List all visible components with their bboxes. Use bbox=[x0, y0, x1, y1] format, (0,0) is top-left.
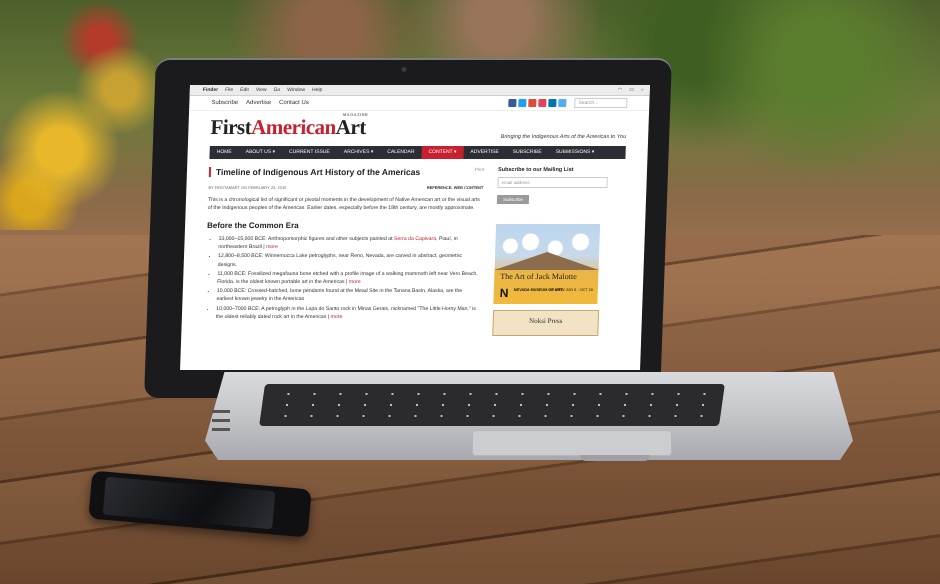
logo-art: Art bbox=[335, 115, 367, 139]
timeline-link[interactable]: Serra da Capivara bbox=[394, 236, 436, 242]
ad-mountain-image bbox=[494, 252, 600, 270]
laptop-trackpad bbox=[472, 430, 672, 456]
menubar-item[interactable]: Edit bbox=[240, 87, 249, 93]
webcam bbox=[401, 67, 407, 72]
masthead: FirstAmericanArt MAGAZINE Bringing the I… bbox=[188, 111, 649, 146]
article-lede: This is a chronological list of signific… bbox=[207, 197, 480, 211]
article: Timeline of Indigenous Art History of th… bbox=[203, 167, 484, 336]
logo-magazine: MAGAZINE bbox=[342, 112, 369, 117]
social-icon[interactable] bbox=[558, 99, 567, 107]
site-logo[interactable]: FirstAmericanArt MAGAZINE bbox=[210, 112, 369, 140]
timeline-item: 12,800–8,500 BCE: Winnemucca Lake petrog… bbox=[218, 252, 482, 268]
battery-icon[interactable]: ▭ bbox=[629, 87, 634, 93]
nav-item[interactable]: CURRENT ISSUE bbox=[282, 146, 337, 159]
ad-noksi-press[interactable]: Noksi Press bbox=[492, 310, 600, 336]
nav-item[interactable]: CALENDAR bbox=[380, 146, 422, 159]
nav-item[interactable]: SUBSCRIBE bbox=[505, 146, 548, 159]
timeline-item: 10,000–7000 BCE: A petroglyph in the Lap… bbox=[216, 305, 480, 321]
social-icon[interactable] bbox=[538, 99, 547, 107]
wifi-icon[interactable]: ◠ bbox=[618, 87, 623, 93]
social-icon[interactable] bbox=[518, 99, 527, 107]
nav-item[interactable]: HOME bbox=[209, 146, 238, 159]
search-input[interactable]: Search... bbox=[574, 98, 628, 108]
more-link[interactable]: more bbox=[330, 314, 342, 320]
spotlight-icon[interactable]: ⌕ bbox=[641, 87, 644, 93]
laptop-notch bbox=[580, 455, 650, 461]
sidebar: Subscribe to our Mailing List email addr… bbox=[492, 167, 608, 336]
util-link-contact[interactable]: Contact Us bbox=[279, 100, 309, 106]
menubar-item[interactable]: File bbox=[225, 87, 233, 93]
mailing-list-title: Subscribe to our Mailing List bbox=[497, 167, 574, 173]
article-byline: BY FIRSTAMART ON FEBRUARY 23, 2015 bbox=[208, 185, 287, 190]
logo-first: First bbox=[210, 115, 252, 139]
logo-american: American bbox=[250, 115, 337, 139]
nav-item[interactable]: CONTENT ▾ bbox=[421, 146, 464, 159]
menubar-item[interactable]: Help bbox=[312, 87, 323, 93]
laptop-lid: Finder File Edit View Go Window Help ◠ ▭… bbox=[144, 58, 672, 398]
social-icons bbox=[508, 99, 567, 107]
main-nav: HOME ABOUT US ▾ CURRENT ISSUE ARCHIVES ▾ CAL… bbox=[209, 146, 626, 159]
article-meta: BY FIRSTAMART ON FEBRUARY 23, 2015 REFER… bbox=[208, 185, 483, 190]
nav-item[interactable]: SUBMISSIONS ▾ bbox=[548, 146, 601, 159]
social-icon[interactable] bbox=[548, 99, 557, 107]
laptop-keyboard bbox=[259, 384, 725, 426]
utility-bar: Subscribe Advertise Contact Us Search... bbox=[189, 96, 650, 111]
nav-item[interactable]: ABOUT US ▾ bbox=[238, 146, 282, 159]
ad-logo-n: N bbox=[499, 286, 509, 300]
subscribe-button[interactable]: Subscribe bbox=[496, 195, 530, 204]
menubar-item[interactable]: Window bbox=[287, 87, 305, 93]
more-link[interactable]: more bbox=[349, 279, 361, 285]
nav-item[interactable]: ARCHIVES ▾ bbox=[337, 146, 381, 159]
ad-dates: ON VIEW JUN 6 - OCT 20 bbox=[548, 288, 593, 292]
more-link[interactable]: more bbox=[266, 244, 278, 250]
menubar-app-name[interactable]: Finder bbox=[203, 87, 218, 93]
nav-item[interactable]: ADVERTISE bbox=[463, 146, 506, 159]
menubar-item[interactable]: Go bbox=[273, 87, 280, 93]
social-icon[interactable] bbox=[528, 99, 537, 107]
section-heading: Before the Common Era bbox=[206, 221, 299, 230]
print-link[interactable]: Print bbox=[475, 167, 484, 177]
article-title: Timeline of Indigenous Art History of th… bbox=[215, 167, 421, 177]
timeline-item: 33,000–15,000 BCE: Anthropomorphic figur… bbox=[218, 235, 482, 251]
laptop-screen: Finder File Edit View Go Window Help ◠ ▭… bbox=[180, 85, 650, 370]
mac-menubar: Finder File Edit View Go Window Help ◠ ▭… bbox=[189, 85, 650, 96]
page-content: Timeline of Indigenous Art History of th… bbox=[181, 159, 647, 336]
article-categories[interactable]: REFERENCE, WEB CONTENT bbox=[427, 185, 484, 190]
menubar-item[interactable]: View bbox=[256, 87, 267, 93]
util-link-advertise[interactable]: Advertise bbox=[246, 100, 271, 106]
phone-screen bbox=[102, 476, 276, 530]
site-tagline: Bringing the Indigenous Arts of the Amer… bbox=[500, 134, 627, 140]
email-field[interactable]: email address bbox=[497, 177, 608, 188]
ad-title: The Art of Jack Malotte bbox=[500, 272, 577, 281]
social-icon[interactable] bbox=[508, 99, 517, 107]
timeline-item: 11,000 BCE: Fossilized megafauna bone et… bbox=[217, 270, 481, 286]
util-link-subscribe[interactable]: Subscribe bbox=[211, 100, 238, 106]
ad-jack-malotte[interactable]: The Art of Jack Malotte N NEVADA MUSEUM … bbox=[493, 224, 601, 304]
article-title-row: Timeline of Indigenous Art History of th… bbox=[208, 167, 484, 177]
timeline-list: 33,000–15,000 BCE: Anthropomorphic figur… bbox=[204, 235, 482, 321]
timeline-item: 10,000 BCE: Crossed-hatched, bone pendan… bbox=[216, 287, 480, 303]
